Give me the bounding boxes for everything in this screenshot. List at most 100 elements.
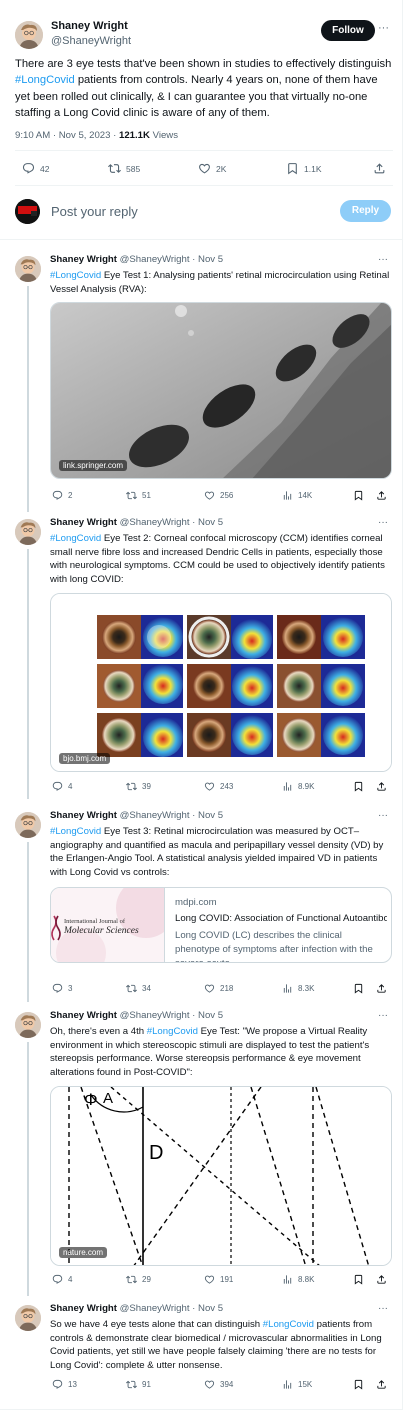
author-name[interactable]: Shaney Wright <box>50 1010 117 1021</box>
journal-thumbnail: International Journal of Molecular Scien… <box>51 888 165 962</box>
post-date[interactable]: · Nov 5 <box>190 1010 223 1021</box>
views-button[interactable]: 8.3K <box>282 983 314 994</box>
repost-button[interactable]: 91 <box>126 1379 151 1390</box>
hashtag-link[interactable]: #LongCovid <box>263 1319 314 1330</box>
views-button[interactable]: 8.9K <box>282 781 314 792</box>
journal-line1: International Journal of <box>64 918 126 925</box>
hashtag-link[interactable]: #LongCovid <box>50 270 101 281</box>
post-image[interactable]: Φ A D nature.com <box>50 1086 392 1266</box>
follow-button[interactable]: Follow <box>321 20 375 41</box>
share-icon <box>376 1274 387 1285</box>
more-options-icon[interactable]: ··· <box>378 517 388 528</box>
share-button[interactable] <box>373 162 386 175</box>
link-card[interactable]: International Journal of Molecular Scien… <box>50 887 392 963</box>
reply-button[interactable]: 3 <box>52 983 72 994</box>
more-options-icon[interactable]: ··· <box>378 810 388 821</box>
author-handle[interactable]: @ShaneyWright <box>120 1010 190 1021</box>
share-button[interactable] <box>376 1379 387 1390</box>
like-button[interactable]: 191 <box>204 1274 233 1285</box>
repost-button[interactable]: 585 <box>108 162 140 175</box>
author-handle[interactable]: @ShaneyWright <box>120 254 190 265</box>
journal-line2: Molecular Sciences <box>64 926 139 936</box>
retina-micrograph-image <box>51 303 391 478</box>
reply-button[interactable]: 42 <box>22 162 49 175</box>
like-button[interactable]: 256 <box>204 490 233 501</box>
more-options-icon[interactable]: ··· <box>378 22 389 34</box>
hashtag-link[interactable]: #LongCovid <box>50 533 101 544</box>
like-button[interactable]: 243 <box>204 781 233 792</box>
bookmark-button[interactable] <box>353 781 364 792</box>
share-button[interactable] <box>376 983 387 994</box>
avatar[interactable] <box>15 256 41 282</box>
bookmark-button[interactable]: 1.1K <box>286 162 322 175</box>
bookmark-icon <box>353 781 364 792</box>
reply-post[interactable]: Shaney Wright @ShaneyWright · Nov 5 ··· … <box>0 1293 403 1410</box>
post-image[interactable]: link.springer.com <box>50 302 392 479</box>
more-options-icon[interactable]: ··· <box>378 254 388 265</box>
reply-button[interactable]: 4 <box>52 781 72 792</box>
share-button[interactable] <box>376 781 387 792</box>
post-date[interactable]: · Nov 5 <box>190 254 223 265</box>
avatar[interactable] <box>15 1012 41 1038</box>
avatar[interactable] <box>15 812 41 838</box>
hashtag-link[interactable]: #LongCovid <box>50 826 101 837</box>
author-handle[interactable]: @ShaneyWright <box>120 810 190 821</box>
more-options-icon[interactable]: ··· <box>378 1303 388 1314</box>
post-date[interactable]: · Nov 5 <box>190 1303 223 1314</box>
like-button[interactable]: 394 <box>204 1379 233 1390</box>
reply-button[interactable]: 2 <box>52 490 72 501</box>
repost-button[interactable]: 34 <box>126 983 151 994</box>
author-name[interactable]: Shaney Wright <box>50 1303 117 1314</box>
share-button[interactable] <box>376 490 387 501</box>
reply-button[interactable]: 4 <box>52 1274 72 1285</box>
author-handle[interactable]: @ShaneyWright <box>120 1303 190 1314</box>
post-header: Shaney Wright @ShaneyWright · Nov 5 <box>50 254 223 265</box>
author-handle[interactable]: @ShaneyWright <box>120 517 190 528</box>
hashtag-link[interactable]: #LongCovid <box>15 74 75 86</box>
author-name[interactable]: Shaney Wright <box>50 810 117 821</box>
repost-button[interactable]: 39 <box>126 781 151 792</box>
heart-icon <box>204 490 215 501</box>
like-button[interactable]: 218 <box>204 983 233 994</box>
reply-button[interactable]: 13 <box>52 1379 77 1390</box>
stereopsis-diagram-image: Φ A D <box>51 1087 391 1265</box>
bookmark-button[interactable] <box>353 1274 364 1285</box>
views-button[interactable]: 8.8K <box>282 1274 314 1285</box>
card-title: Long COVID: Association of Functional Au… <box>175 913 387 924</box>
author-name[interactable]: Shaney Wright <box>50 517 117 528</box>
views-icon <box>282 490 293 501</box>
like-button[interactable]: 2K <box>198 162 226 175</box>
post-date[interactable]: · Nov 5 <box>190 810 223 821</box>
avatar[interactable] <box>15 1305 41 1331</box>
avatar[interactable] <box>15 519 41 545</box>
post-date[interactable]: · Nov 5 <box>190 517 223 528</box>
hashtag-link[interactable]: #LongCovid <box>147 1026 198 1037</box>
author-name[interactable]: Shaney Wright <box>51 20 128 32</box>
reply-submit-button[interactable]: Reply <box>340 200 391 222</box>
avatar[interactable] <box>15 21 43 49</box>
bookmark-button[interactable] <box>353 1379 364 1390</box>
post-header: Shaney Wright @ShaneyWright · Nov 5 <box>50 517 223 528</box>
views-button[interactable]: 15K <box>282 1379 312 1390</box>
bookmark-button[interactable] <box>353 983 364 994</box>
share-button[interactable] <box>376 1274 387 1285</box>
post-header: Shaney Wright @ShaneyWright · Nov 5 <box>50 1010 223 1021</box>
share-icon <box>376 490 387 501</box>
author-handle[interactable]: @ShaneyWright <box>51 35 131 47</box>
more-options-icon[interactable]: ··· <box>378 1010 388 1021</box>
reply-input[interactable]: Post your reply <box>51 204 138 219</box>
post-image[interactable]: bjo.bmj.com <box>50 593 392 772</box>
bookmark-button[interactable] <box>353 490 364 501</box>
views-button[interactable]: 14K <box>282 490 312 501</box>
bookmark-icon <box>353 1379 364 1390</box>
share-icon <box>376 1379 387 1390</box>
reply-post[interactable]: Shaney Wright @ShaneyWright · Nov 5 ··· … <box>0 1000 403 1296</box>
views-icon <box>282 781 293 792</box>
repost-button[interactable]: 51 <box>126 490 151 501</box>
post-timestamp[interactable]: 9:10 AM · Nov 5, 2023 · <box>15 130 119 141</box>
reply-post[interactable]: Shaney Wright @ShaneyWright · Nov 5 ··· … <box>0 244 403 512</box>
author-name[interactable]: Shaney Wright <box>50 254 117 265</box>
reply-post[interactable]: Shaney Wright @ShaneyWright · Nov 5 ··· … <box>0 800 403 1002</box>
repost-button[interactable]: 29 <box>126 1274 151 1285</box>
reply-post[interactable]: Shaney Wright @ShaneyWright · Nov 5 ··· … <box>0 507 403 799</box>
